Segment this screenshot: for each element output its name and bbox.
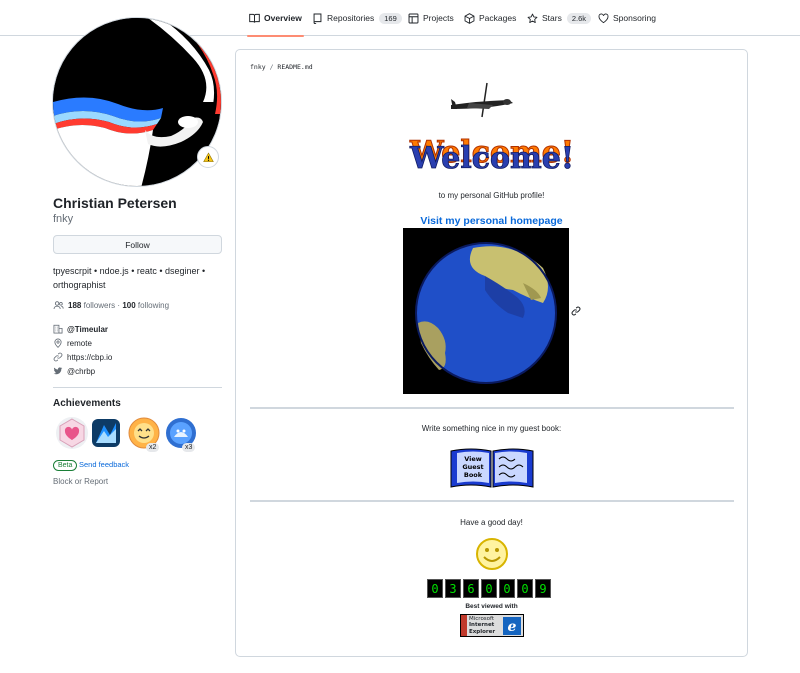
guestbook-line-1: View bbox=[464, 455, 482, 463]
welcome-banner: Welcome! Welcome! bbox=[408, 135, 574, 173]
counter-digit: 6 bbox=[463, 579, 479, 598]
repo-icon bbox=[313, 13, 322, 24]
ie-line-3: Explorer bbox=[469, 628, 496, 635]
tab-projects-label: Projects bbox=[423, 13, 454, 23]
spinning-globe-image[interactable] bbox=[403, 228, 569, 394]
stars-count-badge: 2.6k bbox=[566, 12, 592, 24]
profile-twitter[interactable]: @chrbp bbox=[53, 366, 95, 376]
anchor-link-icon[interactable] bbox=[571, 306, 581, 316]
following-link[interactable]: 100 following bbox=[122, 301, 169, 310]
profile-bio: tpyescrpit • ndoe.js • reatc • dseginer … bbox=[53, 266, 206, 290]
people-icon bbox=[53, 301, 64, 309]
counter-digit: 0 bbox=[481, 579, 497, 598]
profile-avatar[interactable] bbox=[52, 17, 222, 187]
following-label: following bbox=[137, 301, 170, 310]
tab-stars-label: Stars bbox=[542, 13, 562, 23]
readme-divider bbox=[250, 407, 734, 409]
tab-repositories-label: Repositories bbox=[327, 13, 375, 23]
tab-sponsoring[interactable]: Sponsoring bbox=[598, 0, 656, 36]
visitor-counter: 0360009 bbox=[427, 579, 553, 598]
follow-separator: · bbox=[117, 301, 121, 310]
tab-projects[interactable]: Projects bbox=[408, 0, 454, 36]
heart-badge-icon[interactable] bbox=[56, 417, 88, 449]
warning-icon bbox=[202, 151, 214, 162]
website-link[interactable]: https://cbp.io bbox=[67, 353, 112, 362]
welcome-blue-text: Welcome! bbox=[409, 141, 574, 172]
arctic-vault-badge-icon[interactable] bbox=[90, 417, 122, 449]
profile-website[interactable]: https://cbp.io bbox=[53, 352, 112, 362]
svg-text:e: e bbox=[508, 619, 517, 635]
starstruck-count: x2 bbox=[146, 443, 160, 452]
homepage-link[interactable]: Visit my personal homepage bbox=[236, 215, 747, 227]
profile-location: remote bbox=[53, 338, 92, 348]
guestbook-line-3: Book bbox=[464, 471, 483, 479]
twitter-icon bbox=[53, 367, 63, 375]
counter-digit: 0 bbox=[499, 579, 515, 598]
smiley-icon bbox=[476, 538, 508, 570]
ie-badge-text: Microsoft Internet Explorer bbox=[469, 616, 503, 636]
status-emoji-button[interactable] bbox=[197, 146, 219, 168]
readme-path: fnky / README.md bbox=[250, 63, 313, 71]
guestbook-button[interactable]: View Guest Book bbox=[449, 445, 535, 489]
internet-explorer-icon: e bbox=[503, 616, 521, 635]
book-icon bbox=[249, 13, 260, 23]
goodbye-text: Have a good day! bbox=[460, 518, 523, 527]
star-icon bbox=[527, 13, 538, 23]
counter-digit: 9 bbox=[535, 579, 551, 598]
repositories-count-badge: 169 bbox=[379, 12, 402, 24]
guestbook-prompt: Write something nice in my guest book: bbox=[421, 424, 562, 433]
readme-divider bbox=[250, 500, 734, 502]
tab-overview-label: Overview bbox=[264, 13, 302, 23]
send-feedback-link[interactable]: Send feedback bbox=[79, 460, 129, 469]
tab-overview[interactable]: Overview bbox=[247, 0, 304, 37]
counter-digit: 0 bbox=[427, 579, 443, 598]
path-separator: / bbox=[269, 63, 274, 71]
profile-full-name: Christian Petersen bbox=[53, 195, 177, 211]
package-icon bbox=[464, 12, 475, 24]
ie-badge: Microsoft Internet Explorer e bbox=[460, 614, 524, 637]
follow-stats: 188 followers · 100 following bbox=[53, 300, 169, 311]
follow-button[interactable]: Follow bbox=[53, 235, 222, 254]
tab-packages[interactable]: Packages bbox=[464, 0, 516, 36]
twitter-handle[interactable]: @chrbp bbox=[67, 367, 95, 376]
achievements-heading: Achievements bbox=[53, 398, 121, 409]
followers-count: 188 bbox=[68, 301, 82, 310]
best-viewed-text: Best viewed with bbox=[465, 603, 518, 610]
link-icon bbox=[53, 352, 63, 362]
following-count: 100 bbox=[122, 301, 136, 310]
profile-company[interactable]: @Timeular bbox=[53, 324, 108, 334]
readme-box: fnky / README.md Welcome! Welcome! to my… bbox=[235, 49, 748, 657]
ie-badge-stripe bbox=[461, 615, 467, 636]
heart-badge-art bbox=[59, 418, 85, 448]
tab-stars[interactable]: Stars 2.6k bbox=[527, 0, 592, 36]
readme-file-link[interactable]: README.md bbox=[277, 63, 312, 71]
tab-packages-label: Packages bbox=[479, 13, 517, 23]
pull-shark-count: x3 bbox=[182, 443, 196, 452]
counter-digit: 0 bbox=[517, 579, 533, 598]
readme-owner-link[interactable]: fnky bbox=[250, 63, 266, 71]
block-or-report-link[interactable]: Block or Report bbox=[53, 477, 108, 486]
location-text: remote bbox=[67, 338, 92, 348]
profile-username: fnky bbox=[53, 213, 74, 225]
tab-repositories[interactable]: Repositories 169 bbox=[312, 0, 402, 36]
readme-intro-text: to my personal GitHub profile! bbox=[438, 191, 545, 200]
organization-icon bbox=[53, 324, 63, 334]
guestbook-line-2: Guest bbox=[462, 463, 483, 471]
heart-icon bbox=[598, 13, 609, 23]
avatar bbox=[52, 17, 222, 187]
counter-digit: 3 bbox=[445, 579, 461, 598]
location-icon bbox=[54, 338, 62, 348]
followers-link[interactable]: 188 followers bbox=[68, 301, 115, 310]
table-icon bbox=[408, 13, 419, 23]
followers-label: followers bbox=[83, 301, 116, 310]
sidebar-divider bbox=[53, 387, 222, 388]
tab-sponsoring-label: Sponsoring bbox=[613, 13, 657, 23]
avatar-artwork bbox=[53, 18, 221, 186]
beta-label: Beta bbox=[53, 460, 78, 471]
company-name: @Timeular bbox=[67, 324, 108, 334]
arctic-vault-badge-art bbox=[92, 419, 120, 447]
airplane-image bbox=[451, 82, 513, 118]
